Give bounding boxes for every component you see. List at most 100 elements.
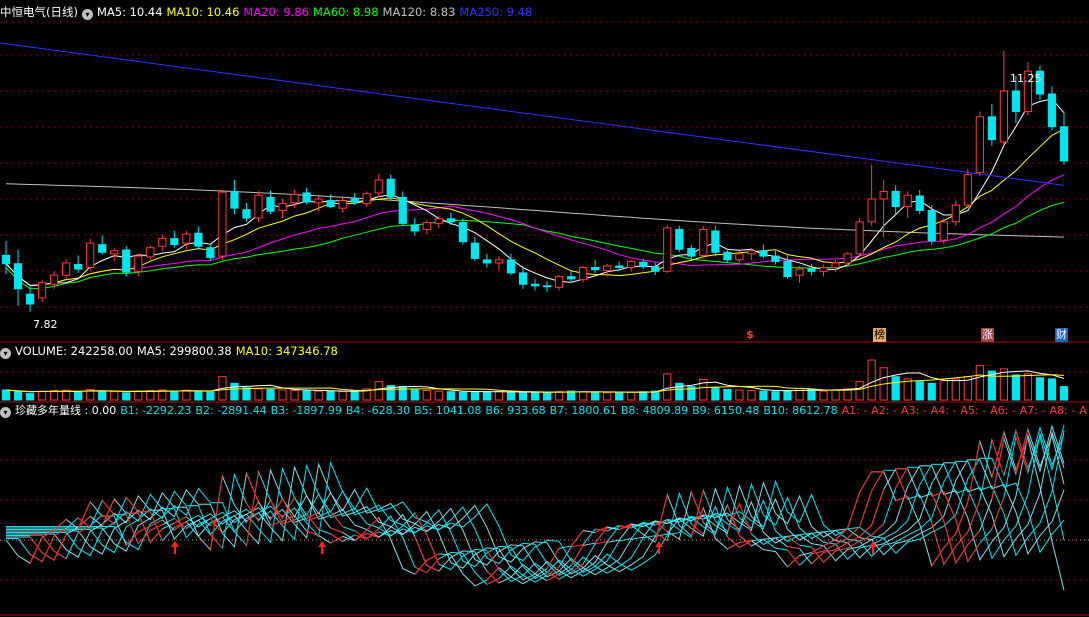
volume-bar <box>98 390 107 401</box>
rank-marker[interactable]: 榜 <box>873 328 886 342</box>
candle-body <box>843 253 852 264</box>
up-arrow-icon <box>655 541 663 554</box>
candle-body <box>747 250 756 255</box>
volume-bar <box>615 392 624 401</box>
b8-label: B8: 4809.89 <box>620 404 689 417</box>
candle-body <box>446 218 455 223</box>
ma5-label: MA5: 10.44 <box>96 5 163 19</box>
indicator-rise-segment <box>41 552 55 561</box>
candle-body <box>194 232 203 247</box>
a2-label: A2: - <box>871 404 897 417</box>
candle-body <box>903 194 912 208</box>
volume-bar <box>1 389 11 401</box>
volume-bar <box>350 390 359 401</box>
candle-body <box>350 198 359 203</box>
candle-body <box>122 249 131 273</box>
candle-body <box>506 259 516 274</box>
candle-body <box>771 255 780 262</box>
volume-bar <box>951 378 960 401</box>
candle-body <box>591 267 600 271</box>
indicator-rise-segment <box>306 530 319 536</box>
indicator-rise-segment <box>991 497 1005 530</box>
volume-bar <box>470 391 479 401</box>
volume-bar <box>1047 378 1057 401</box>
indicator-rise-segment <box>595 541 608 545</box>
stock-title[interactable]: 中恒电气(日线) <box>0 5 78 19</box>
candle-body <box>314 198 323 204</box>
volume-bar <box>819 390 828 401</box>
candle-body <box>1047 93 1057 128</box>
volume-bar <box>939 380 948 401</box>
ma120-label: MA120: 8.83 <box>382 5 456 19</box>
volume-bar <box>446 391 455 401</box>
candle-body <box>819 267 828 272</box>
candle-body <box>927 209 936 242</box>
candle-body <box>939 221 948 241</box>
candle-body <box>831 262 840 269</box>
volume-bar <box>903 378 912 401</box>
volume-bar <box>182 389 191 401</box>
chevron-down-icon[interactable]: ▾ <box>0 348 11 359</box>
volume-bar <box>1011 374 1021 401</box>
indicator-legend: ▾ 珍藏多年量线 : 0.00 B1: -2292.23 B2: -2891.44 B3… <box>0 403 1089 419</box>
volume-bar <box>807 388 816 401</box>
up-arrow-icon <box>318 541 326 554</box>
volume-bar <box>759 390 768 401</box>
volume-bar <box>771 391 780 401</box>
candle-body <box>855 221 864 255</box>
volume-bar <box>374 381 383 401</box>
volume-bar <box>554 391 564 401</box>
candle-body <box>482 259 492 264</box>
candle-body <box>627 260 636 269</box>
candle-body <box>98 244 107 253</box>
volume-bar <box>711 386 720 401</box>
high-price-label: 11.25 <box>1010 72 1042 85</box>
volume-bar <box>242 387 251 401</box>
candle-body <box>37 282 47 299</box>
volume-legend: ▾ VOLUME: 242258.00 MA5: 299800.38 MA10: 34… <box>0 343 1089 359</box>
candle-body <box>398 197 407 224</box>
candle-body <box>86 242 95 269</box>
b3-label: B3: -1897.99 <box>270 404 342 417</box>
dollar-marker[interactable]: $ <box>745 328 755 342</box>
a5-label: A5: - <box>960 404 987 417</box>
indicator-line-b6 <box>6 424 1065 580</box>
volume-bar <box>458 391 467 401</box>
indicator-rise-segment <box>859 490 873 527</box>
indicator-rise-segment <box>570 545 584 566</box>
candle-body <box>49 274 59 285</box>
volume-bar <box>723 388 732 401</box>
candle-body <box>578 267 588 281</box>
indicator-rise-segment <box>245 473 259 503</box>
indicator-line-b2 <box>6 428 1065 586</box>
ma120-line <box>5 183 1065 238</box>
candle-body <box>218 191 227 257</box>
b9-label: B9: 6150.48 <box>692 404 760 417</box>
indicator-rise-segment <box>77 501 91 529</box>
candle-body <box>759 250 768 257</box>
candle-body <box>146 247 155 258</box>
candle-body <box>542 285 552 288</box>
indicator-title: 珍藏多年量线 : 0.00 <box>15 404 117 417</box>
candle-body <box>1059 126 1069 162</box>
volume-bar <box>482 391 492 401</box>
candle-body <box>795 268 804 276</box>
volume-bar <box>134 390 143 401</box>
volume-bar <box>37 390 47 401</box>
rise-marker[interactable]: 涨 <box>981 328 994 342</box>
indicator-rise-segment <box>859 471 873 493</box>
candle-body <box>170 238 179 246</box>
candle-body <box>158 238 167 247</box>
a4-label: A4: - <box>930 404 957 417</box>
candle-body <box>206 247 215 259</box>
a1-label: A1: - <box>841 404 868 417</box>
candle-body <box>230 190 239 209</box>
volume-bar <box>783 390 792 401</box>
indicator-rise-segment <box>871 523 885 536</box>
indicator-rise-segment <box>330 527 343 533</box>
candle-body <box>254 194 263 219</box>
chevron-down-icon[interactable]: ▾ <box>81 9 93 20</box>
chevron-down-icon[interactable]: ▾ <box>0 407 11 418</box>
volume-bar <box>290 390 299 401</box>
finance-marker[interactable]: 财 <box>1055 328 1068 342</box>
